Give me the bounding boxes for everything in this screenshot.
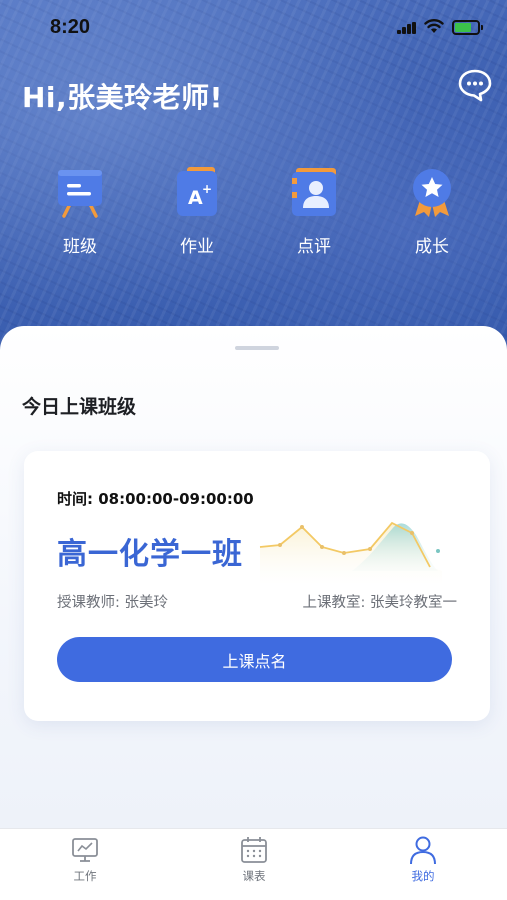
homework-icon: A + [177, 167, 217, 216]
nav-item-review[interactable]: 点评 [274, 166, 354, 257]
review-icon [292, 168, 336, 216]
tab-label-schedule: 课表 [242, 869, 266, 883]
nav-label-growth: 成长 [415, 237, 449, 257]
class-board-icon [58, 170, 102, 218]
teacher-name: 张美玲 [124, 595, 169, 611]
classroom-name: 张美玲教室一 [370, 595, 457, 611]
tab-label-work: 工作 [73, 869, 97, 883]
nav-label-class: 班级 [63, 237, 97, 257]
tab-schedule[interactable]: 课表 [214, 835, 294, 884]
status-bar: 8:20 [0, 0, 507, 56]
battery-icon [452, 20, 483, 35]
decorative-chart-illustration [259, 521, 442, 585]
classroom-label: 上课教室: [302, 595, 366, 611]
classroom-info: 上课教室: 张美玲教室一 [303, 591, 458, 612]
class-time: 时间: 08:00:00-09:00:00 [57, 488, 254, 509]
greeting: Hi,张美玲老师! [22, 81, 223, 114]
chat-icon[interactable] [457, 68, 493, 102]
class-time-value: 08:00:00-09:00:00 [98, 490, 254, 508]
monitor-icon [72, 838, 98, 862]
cellular-signal-icon [397, 22, 417, 34]
quick-nav: 班级 A + 作业 点评 成长 [0, 166, 507, 266]
class-name: 高一化学一班 [57, 537, 243, 572]
tab-work[interactable]: 工作 [45, 835, 125, 884]
calendar-icon [241, 837, 267, 863]
growth-medal-icon [413, 169, 451, 217]
content-sheet: 今日上课班级 时间: 08:00:00-09:00:00 高一化学一班 授课教师… [0, 326, 507, 828]
svg-text:+: + [202, 182, 212, 196]
wifi-icon [424, 19, 444, 33]
tab-label-mine: 我的 [411, 869, 435, 883]
sheet-handle[interactable] [235, 346, 279, 350]
tab-bar: 工作 课表 我的 [0, 828, 507, 900]
tab-mine[interactable]: 我的 [383, 835, 463, 884]
rollcall-button[interactable]: 上课点名 [57, 637, 452, 682]
nav-item-homework[interactable]: A + 作业 [157, 166, 237, 257]
nav-item-class[interactable]: 班级 [40, 166, 120, 257]
nav-item-growth[interactable]: 成长 [392, 166, 472, 257]
user-icon [410, 836, 436, 865]
class-time-label: 时间: [57, 490, 93, 508]
svg-text:A: A [188, 187, 203, 209]
teacher-info: 授课教师: 张美玲 [57, 591, 168, 612]
teacher-label: 授课教师: [57, 595, 120, 611]
status-time: 8:20 [50, 16, 91, 38]
nav-label-homework: 作业 [180, 237, 214, 257]
section-title: 今日上课班级 [22, 396, 137, 418]
nav-label-review: 点评 [297, 237, 331, 257]
class-card[interactable]: 时间: 08:00:00-09:00:00 高一化学一班 授课教师: 张美玲 上… [24, 451, 490, 721]
